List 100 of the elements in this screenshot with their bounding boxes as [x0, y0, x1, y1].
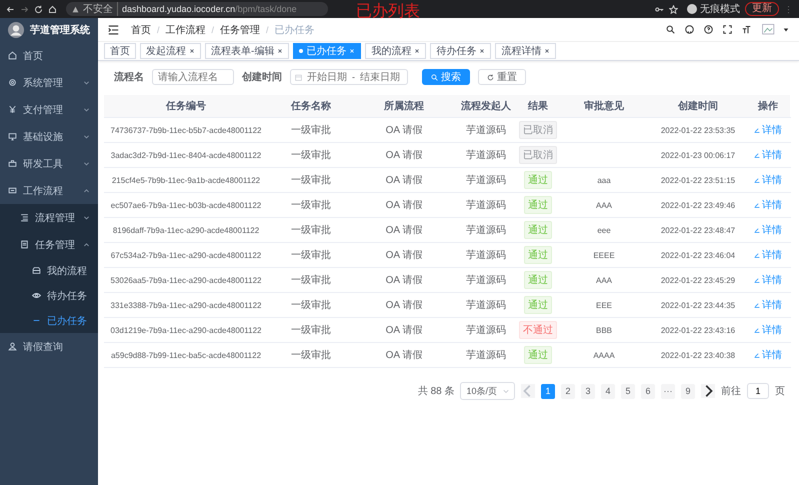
caret-icon[interactable] — [783, 26, 789, 32]
process-name-field[interactable]: 请输入流程名 — [152, 69, 234, 85]
tab[interactable]: 首页 — [104, 43, 136, 59]
update-button[interactable]: 更新 — [745, 2, 779, 16]
edit-icon — [754, 302, 760, 308]
page-size-select[interactable]: 10条/页 — [460, 382, 515, 400]
menu-item[interactable]: 工作流程 — [0, 177, 98, 204]
tab[interactable]: 流程表单-编辑 — [205, 43, 290, 59]
status-tag: 通过 — [524, 171, 552, 189]
star-icon[interactable] — [669, 4, 678, 14]
detail-link[interactable]: 详情 — [754, 198, 782, 212]
table-cell-text: 芋道源码 — [466, 148, 506, 162]
detail-link[interactable]: 详情 — [754, 123, 782, 137]
font-size-icon[interactable] — [742, 25, 751, 34]
monitor-icon — [8, 132, 17, 141]
table-cell-text: 芋道源码 — [466, 348, 506, 362]
close-icon[interactable] — [189, 48, 195, 54]
incognito-profile[interactable]: 无痕模式 — [687, 2, 740, 16]
detail-link[interactable]: 详情 — [754, 273, 782, 287]
breadcrumb-item[interactable]: 任务管理 — [220, 22, 260, 36]
breadcrumb-item[interactable]: 工作流程 — [166, 22, 206, 36]
close-icon[interactable] — [544, 48, 550, 54]
menu-item[interactable]: 已办任务 — [0, 308, 98, 333]
chevron-icon — [83, 79, 90, 86]
annotation-text: 已办列表 — [356, 2, 420, 22]
menu-item[interactable]: 首页 — [0, 42, 98, 69]
page-number[interactable]: 5 — [621, 384, 635, 398]
detail-link[interactable]: 详情 — [754, 298, 782, 312]
search-button[interactable]: 搜索 — [422, 69, 470, 85]
breadcrumb-item[interactable]: 首页 — [131, 22, 151, 36]
status-tag: 通过 — [524, 271, 552, 289]
page-jump-field[interactable]: 1 — [747, 383, 769, 399]
page-number[interactable]: 6 — [641, 384, 655, 398]
menu-item[interactable]: 任务管理 — [0, 231, 98, 258]
page-number[interactable]: 9 — [681, 384, 695, 398]
next-page-icon[interactable] — [701, 384, 715, 398]
incognito-icon — [687, 4, 697, 14]
column-header: 操作 — [746, 95, 790, 117]
detail-link[interactable]: 详情 — [754, 323, 782, 337]
avatar-icon — [8, 22, 24, 38]
table-cell-text: 一级审批 — [291, 248, 331, 262]
tab[interactable]: 待办任务 — [430, 43, 492, 59]
menu-item[interactable]: 我的流程 — [0, 258, 98, 283]
table-cell-text: 芋道源码 — [466, 248, 506, 262]
page-number[interactable]: ··· — [661, 384, 675, 398]
table-cell: a59c9d88-7b99-11ec-ba5c-acde48001122 — [110, 350, 262, 360]
address-bar[interactable]: 不安全 dashboard.yudao.iocoder.cn/bpm/task/done — [66, 2, 328, 16]
end-date-field[interactable]: 结束日期 — [358, 72, 402, 82]
menu-item[interactable]: 基础设施 — [0, 123, 98, 150]
menu-icon[interactable] — [108, 24, 119, 34]
table-cell-text: OA 请假 — [386, 148, 422, 162]
menu-item[interactable]: 请假查询 — [0, 333, 98, 360]
table-cell-text: OA 请假 — [386, 274, 422, 287]
home-icon — [8, 51, 17, 60]
detail-link[interactable]: 详情 — [754, 148, 782, 162]
tab[interactable]: 我的流程 — [365, 43, 426, 59]
page-number[interactable]: 3 — [581, 384, 595, 398]
search-icon[interactable] — [666, 25, 675, 34]
menu-item[interactable]: 流程管理 — [0, 204, 98, 231]
detail-link[interactable]: 详情 — [754, 173, 782, 187]
menu-item[interactable]: 支付管理 — [0, 96, 98, 123]
reset-button[interactable]: 重置 — [478, 69, 526, 85]
menu-item[interactable]: 待办任务 — [0, 283, 98, 308]
detail-link[interactable]: 详情 — [754, 348, 782, 362]
tab[interactable]: 流程详情 — [495, 43, 556, 59]
table-cell: EEE — [596, 300, 612, 310]
forward-icon[interactable] — [20, 4, 29, 14]
gear-icon — [8, 78, 17, 87]
key-icon[interactable] — [655, 4, 664, 14]
close-icon[interactable] — [479, 48, 486, 54]
date-range-field[interactable]: 开始日期 - 结束日期 — [290, 69, 408, 85]
page-number[interactable]: 2 — [561, 384, 575, 398]
tab[interactable]: 发起流程 — [140, 43, 201, 59]
back-icon[interactable] — [6, 4, 15, 14]
menu-item[interactable]: 系统管理 — [0, 69, 98, 96]
fullscreen-icon[interactable] — [723, 25, 732, 34]
table-cell-text: 一级审批 — [291, 224, 331, 237]
start-date-field[interactable]: 开始日期 — [305, 72, 349, 82]
table-cell: 2022-01-22 23:51:15 — [660, 176, 736, 184]
user-icon — [8, 342, 17, 351]
breadcrumb-separator: / — [266, 24, 269, 34]
yen-icon — [8, 105, 17, 114]
refresh-icon — [487, 74, 494, 80]
warning-icon — [72, 6, 79, 12]
menu-item[interactable]: 研发工具 — [0, 150, 98, 177]
breadcrumb-separator: / — [157, 24, 160, 34]
detail-link[interactable]: 详情 — [754, 248, 782, 262]
page-number[interactable]: 4 — [601, 384, 615, 398]
reload-icon[interactable] — [34, 4, 43, 14]
table-cell-text: 芋道源码 — [466, 198, 506, 212]
table-cell-text: 芋道源码 — [466, 124, 506, 137]
detail-link[interactable]: 详情 — [754, 223, 782, 237]
help-icon[interactable] — [704, 25, 713, 34]
page-number[interactable]: 1 — [541, 384, 555, 398]
close-icon[interactable] — [277, 48, 284, 54]
home-icon[interactable] — [48, 4, 57, 14]
close-icon[interactable] — [414, 48, 420, 54]
status-tag: 通过 — [524, 346, 552, 364]
tab[interactable]: 已办任务 — [293, 43, 362, 59]
edit-icon — [754, 227, 760, 233]
